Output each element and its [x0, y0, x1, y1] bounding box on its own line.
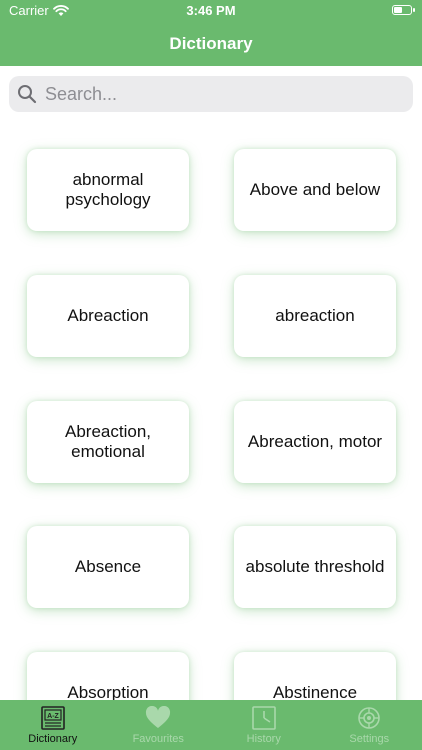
term-card[interactable]: Abreaction, emotional — [27, 401, 189, 483]
term-label: Abreaction — [67, 306, 149, 325]
term-label: Abstinence — [272, 683, 358, 700]
term-card[interactable]: absolute threshold — [234, 526, 396, 608]
tab-settings[interactable]: Settings — [317, 700, 422, 750]
search-input[interactable] — [43, 82, 387, 106]
heart-icon — [146, 706, 171, 728]
term-card[interactable]: abnormal psychology — [27, 149, 189, 231]
dictionary-icon: A-Z — [40, 706, 65, 730]
tab-label: Favourites — [132, 733, 184, 745]
tab-dictionary[interactable]: A-Z Dictionary — [0, 700, 106, 750]
svg-text:A-Z: A-Z — [47, 713, 59, 720]
term-card[interactable]: Above and below — [234, 149, 396, 231]
term-label: absolute threshold — [245, 557, 385, 576]
term-label: Abreaction, emotional — [65, 422, 151, 461]
term-label: abreaction — [275, 306, 355, 325]
term-grid: abnormal psychology Above and below Abre… — [0, 122, 422, 700]
term-label: Abreaction, motor — [247, 432, 383, 451]
clock-time: 3:46 PM — [186, 3, 236, 18]
term-card[interactable]: Abreaction, motor — [234, 401, 396, 483]
term-card[interactable]: abreaction — [234, 275, 396, 357]
nav-title: Dictionary — [0, 22, 422, 66]
tab-label: History — [246, 733, 281, 745]
term-label: Absence — [74, 557, 142, 576]
term-card[interactable]: Absence — [27, 526, 189, 608]
search-container — [0, 66, 422, 122]
term-card[interactable]: Abreaction — [27, 275, 189, 357]
search-bar[interactable] — [9, 76, 413, 112]
tab-label: Dictionary — [28, 733, 78, 745]
status-bar: Carrier 3:46 PM — [0, 0, 422, 22]
clock-icon — [251, 706, 276, 730]
tab-history[interactable]: History — [211, 700, 317, 750]
battery-icon — [392, 5, 415, 15]
tab-label: Settings — [349, 733, 390, 745]
term-label: Above and below — [249, 180, 381, 199]
tab-bar: A-Z Dictionary Favourites History Settin — [0, 700, 422, 750]
tab-favourites[interactable]: Favourites — [106, 700, 212, 750]
gear-icon — [358, 707, 381, 729]
term-card[interactable]: Abstinence — [234, 652, 396, 700]
term-label: abnormal psychology — [65, 170, 151, 209]
search-icon — [18, 85, 37, 104]
term-card[interactable]: Absorption — [27, 652, 189, 700]
term-label: Absorption — [67, 683, 149, 700]
